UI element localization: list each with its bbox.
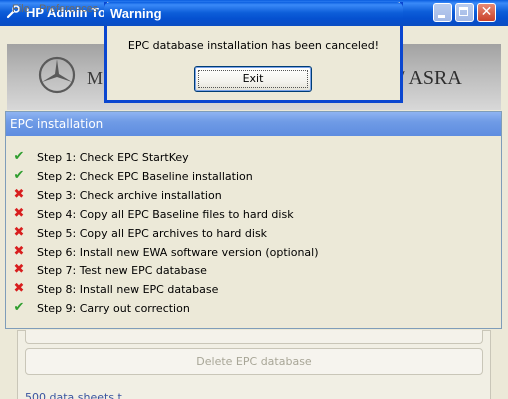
minimize-button[interactable]: [433, 3, 452, 22]
check-icon: ✔: [13, 149, 25, 164]
cross-icon: ✖: [13, 243, 25, 259]
lower-strip: [25, 330, 483, 344]
step-row: ✔ Step 1: Check EPC StartKey: [12, 149, 492, 167]
cross-icon: ✖: [13, 262, 25, 278]
warning-message: EPC database installation has been cance…: [127, 39, 380, 52]
minimize-icon: [438, 15, 445, 18]
step-label: Step 3: Check archive installation: [37, 188, 222, 202]
partial-status-text: 500 data sheets t: [25, 391, 122, 399]
banner-brand-text: M: [87, 68, 104, 88]
maximize-icon: [459, 7, 468, 16]
cross-icon: ✖: [13, 186, 25, 202]
step-row: ✖ Step 3: Check archive installation: [12, 187, 492, 205]
check-icon: ✔: [13, 300, 25, 316]
banner-product-text: / ASRA: [399, 67, 462, 89]
close-button[interactable]: ✕: [477, 3, 496, 22]
step-row: ✖ Step 5: Copy all EPC archives to hard d…: [12, 225, 492, 243]
step-row: ✔ Step 2: Check EPC Baseline installation: [12, 168, 492, 186]
step-row: ✖ Step 8: Install new EPC database: [12, 281, 492, 299]
menu-preferences[interactable]: Preferences: [39, 2, 98, 16]
cross-icon: ✖: [13, 281, 25, 297]
close-icon: ✕: [480, 4, 493, 20]
epc-installation-title: EPC installation: [10, 117, 104, 131]
menu-file[interactable]: File: [12, 2, 30, 16]
step-row: ✖ Step 6: Install new EWA software versio…: [12, 244, 492, 262]
step-row: ✖ Step 7: Test new EPC database: [12, 262, 492, 280]
check-icon: ✔: [13, 167, 25, 183]
three-pointed-star-logo: [38, 56, 76, 94]
step-label: Step 4: Copy all EPC Baseline files to h…: [37, 207, 294, 221]
step-label: Step 1: Check EPC StartKey: [37, 151, 189, 164]
cross-icon: ✖: [13, 205, 25, 221]
step-label: Step 9: Carry out correction: [37, 302, 190, 316]
warning-title: Warning: [110, 6, 162, 21]
step-label: Step 5: Copy all EPC archives to hard di…: [37, 226, 268, 240]
cross-icon: ✖: [13, 224, 25, 240]
screen: HP Admin To ✕ File Preferences M / ASRA …: [0, 0, 508, 399]
maximize-button[interactable]: [455, 3, 474, 22]
step-row: ✔ Step 9: Carry out correction: [12, 300, 492, 318]
step-row: ✖ Step 4: Copy all EPC Baseline files to …: [12, 206, 492, 224]
delete-epc-database-button[interactable]: Delete EPC database: [25, 348, 483, 375]
step-label: Step 6: Install new EWA software version…: [37, 245, 319, 259]
delete-epc-database-label: Delete EPC database: [196, 355, 312, 368]
exit-button-label: Exit: [242, 72, 264, 85]
step-label: Step 7: Test new EPC database: [37, 264, 207, 278]
step-label: Step 8: Install new EPC database: [37, 283, 219, 297]
exit-button[interactable]: Exit: [194, 66, 312, 92]
step-label: Step 2: Check EPC Baseline installation: [37, 169, 253, 183]
